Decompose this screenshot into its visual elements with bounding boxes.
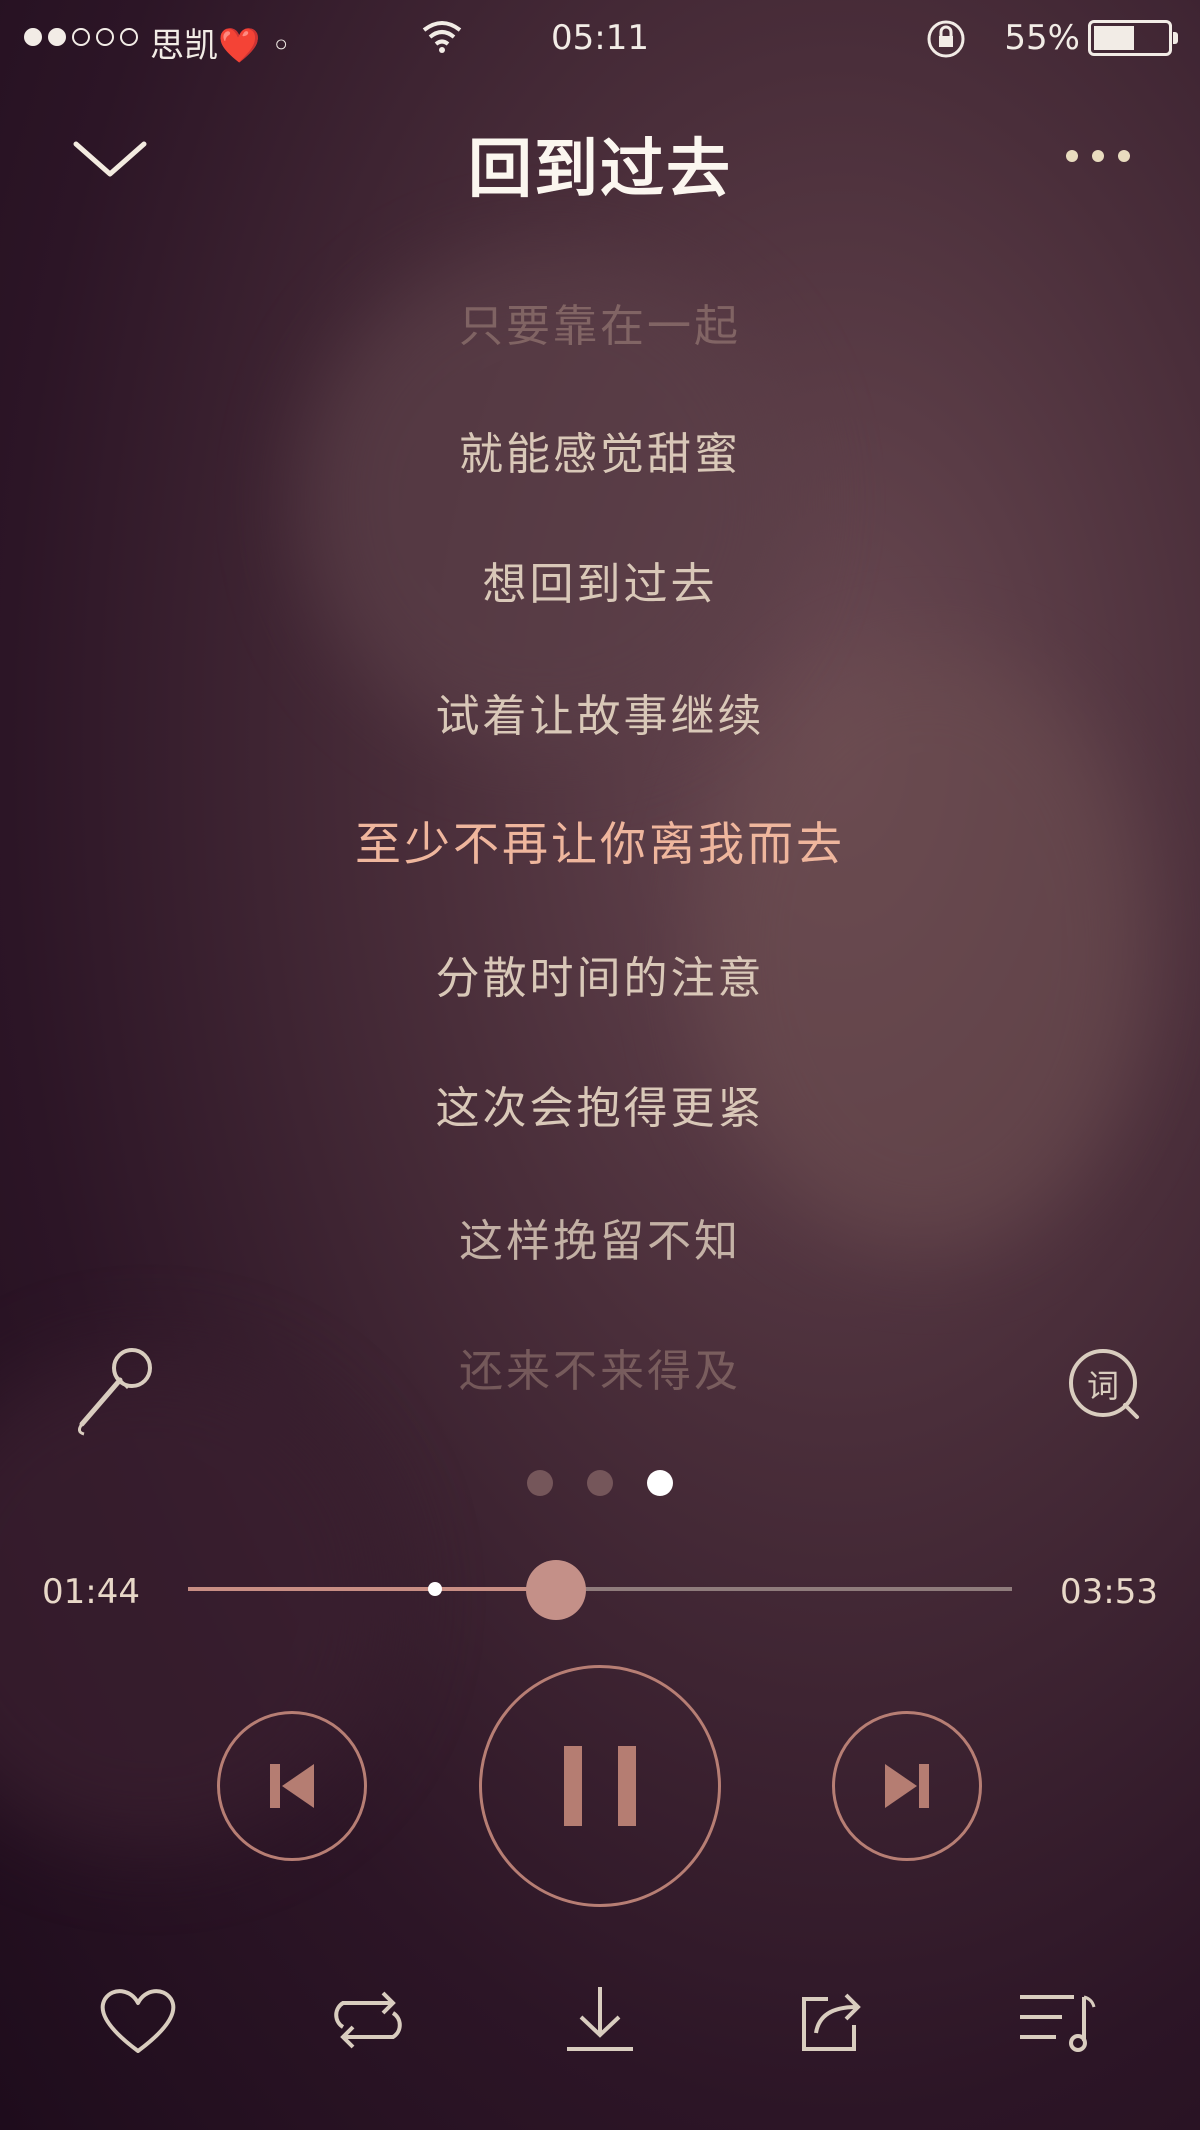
skip-next-icon (885, 1764, 929, 1808)
song-title: 回到过去 (468, 133, 732, 207)
page-dot[interactable] (527, 1470, 553, 1496)
battery-level-fill (1094, 26, 1134, 50)
rotation-lock-icon (927, 20, 965, 58)
progress-thumb[interactable] (526, 1560, 586, 1620)
share-button[interactable] (786, 1975, 876, 2065)
page-dot-active[interactable] (647, 1470, 673, 1496)
lyric-line: 分散时间的注意 (435, 953, 765, 1004)
progress-played (188, 1587, 556, 1591)
lyric-line: 想回到过去 (482, 559, 718, 610)
buffer-marker (428, 1582, 442, 1596)
battery-icon (1088, 20, 1178, 56)
lyrics-settings-button[interactable]: 词 (1065, 1345, 1145, 1425)
page-dot[interactable] (587, 1470, 613, 1496)
current-lyric-line: 至少不再让你离我而去 (355, 817, 845, 871)
download-icon (567, 1987, 633, 2051)
lyric-line: 试着让故事继续 (435, 691, 765, 742)
battery-tip (1173, 32, 1178, 44)
skip-previous-icon (270, 1764, 314, 1808)
lyric-line: 这样挽留不知 (459, 1216, 741, 1267)
share-icon (802, 1993, 861, 2051)
lyric-line: 就能感觉甜蜜 (459, 429, 741, 480)
status-bar: 思凯❤️ ◦ 05:11 55% (0, 0, 1200, 78)
playlist-button[interactable] (1012, 1975, 1102, 2065)
microphone-icon[interactable] (70, 1340, 160, 1440)
playlist-icon (1020, 1995, 1096, 2052)
next-button[interactable] (832, 1711, 982, 1861)
pause-icon (564, 1746, 636, 1826)
lyric-line: 只要靠在一起 (459, 301, 741, 352)
lyric-line: 这次会抱得更紧 (435, 1083, 765, 1134)
repeat-button[interactable] (323, 1975, 413, 2065)
total-duration: 03:53 (1060, 1572, 1158, 1612)
lyrics-button-label: 词 (1086, 1367, 1119, 1405)
more-dots-icon[interactable] (1066, 150, 1130, 162)
download-button[interactable] (555, 1975, 645, 2065)
like-button[interactable] (93, 1975, 183, 2065)
heart-icon (100, 1989, 176, 2053)
previous-button[interactable] (217, 1711, 367, 1861)
pause-button[interactable] (479, 1665, 721, 1907)
repeat-icon (334, 1991, 402, 2049)
lyric-line: 还来不来得及 (459, 1346, 741, 1397)
elapsed-time: 01:44 (42, 1572, 140, 1612)
page-indicator (0, 1470, 1200, 1496)
battery-percent: 55% (1004, 18, 1080, 58)
